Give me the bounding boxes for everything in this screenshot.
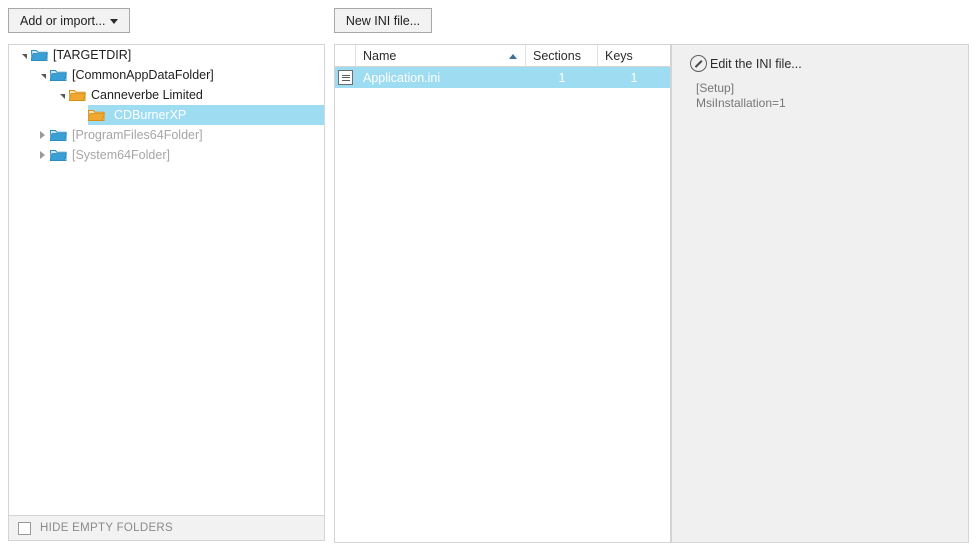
new-ini-file-label: New INI file... [346, 14, 420, 28]
tree-item-canneverbe-limited[interactable]: Canneverbe Limited [9, 85, 324, 105]
folder-icon [50, 148, 67, 162]
pencil-circle-icon [690, 55, 707, 72]
column-header-keys-label: Keys [605, 49, 633, 63]
chevron-down-icon[interactable] [110, 19, 118, 24]
tree-item-cdburnerxp[interactable]: CDBurnerXP [9, 105, 324, 125]
tree-item-targetdir[interactable]: [TARGETDIR] [9, 45, 324, 65]
ini-file-icon [335, 67, 356, 88]
tree-expander-expanded-icon[interactable] [53, 85, 69, 105]
ini-file-list: Application.ini11 [335, 67, 670, 88]
column-header-sections[interactable]: Sections [526, 45, 598, 66]
column-header-name[interactable]: Name [356, 45, 526, 66]
tree-item-label: CDBurnerXP [110, 106, 192, 124]
table-row[interactable]: Application.ini11 [335, 67, 670, 88]
tree-expander-expanded-icon[interactable] [34, 65, 50, 85]
folder-tree-panel[interactable]: [TARGETDIR] [CommonAppDataFolder] Cannever… [8, 44, 325, 516]
hide-empty-folders-label[interactable]: HIDE EMPTY FOLDERS [40, 522, 173, 534]
ini-file-list-panel[interactable]: Name Sections Keys Application.ini11 [334, 44, 671, 543]
folder-icon [69, 88, 86, 102]
folder-icon [50, 128, 67, 142]
tree-expander-expanded-icon[interactable] [15, 45, 31, 65]
tree-item-label: Canneverbe Limited [91, 88, 203, 102]
cell-keys: 1 [598, 67, 670, 88]
hide-empty-folders-checkbox[interactable] [18, 522, 31, 535]
folder-icon [88, 108, 105, 122]
tree-item-label: [CommonAppDataFolder] [72, 68, 214, 82]
folder-icon [50, 68, 67, 82]
tree-item-label: [ProgramFiles64Folder] [72, 128, 203, 142]
tree-expander-collapsed-icon[interactable] [34, 145, 50, 165]
new-ini-file-button[interactable]: New INI file... [334, 8, 432, 33]
list-column-header: Name Sections Keys [335, 45, 670, 67]
sort-ascending-icon [509, 54, 517, 59]
tree-item-system64folder[interactable]: [System64Folder] [9, 145, 324, 165]
tree-item-label: [System64Folder] [72, 148, 170, 162]
folder-icon [31, 48, 48, 62]
ini-preview-text: [Setup] MsiInstallation=1 [696, 81, 786, 111]
add-or-import-label: Add or import... [20, 14, 105, 28]
tree-expander-collapsed-icon[interactable] [34, 125, 50, 145]
tree-footer-bar: HIDE EMPTY FOLDERS [8, 516, 325, 541]
column-header-sections-label: Sections [533, 49, 581, 63]
tree-item-commonappdatafolder[interactable]: [CommonAppDataFolder] [9, 65, 324, 85]
column-header-name-label: Name [363, 49, 396, 63]
ini-detail-panel: Edit the INI file... [Setup] MsiInstalla… [671, 44, 969, 543]
tree-item-label: [TARGETDIR] [53, 48, 131, 62]
add-or-import-button[interactable]: Add or import... [8, 8, 130, 33]
tree-item-programfiles64folder[interactable]: [ProgramFiles64Folder] [9, 125, 324, 145]
column-header-keys[interactable]: Keys [598, 45, 670, 66]
cell-sections: 1 [526, 67, 598, 88]
column-header-icon [335, 45, 356, 66]
edit-ini-file-label: Edit the INI file... [710, 57, 802, 71]
edit-ini-file-link[interactable]: Edit the INI file... [690, 55, 802, 72]
tree-expander-none [72, 105, 88, 125]
folder-tree: [TARGETDIR] [CommonAppDataFolder] Cannever… [9, 45, 324, 165]
cell-name: Application.ini [356, 67, 526, 88]
